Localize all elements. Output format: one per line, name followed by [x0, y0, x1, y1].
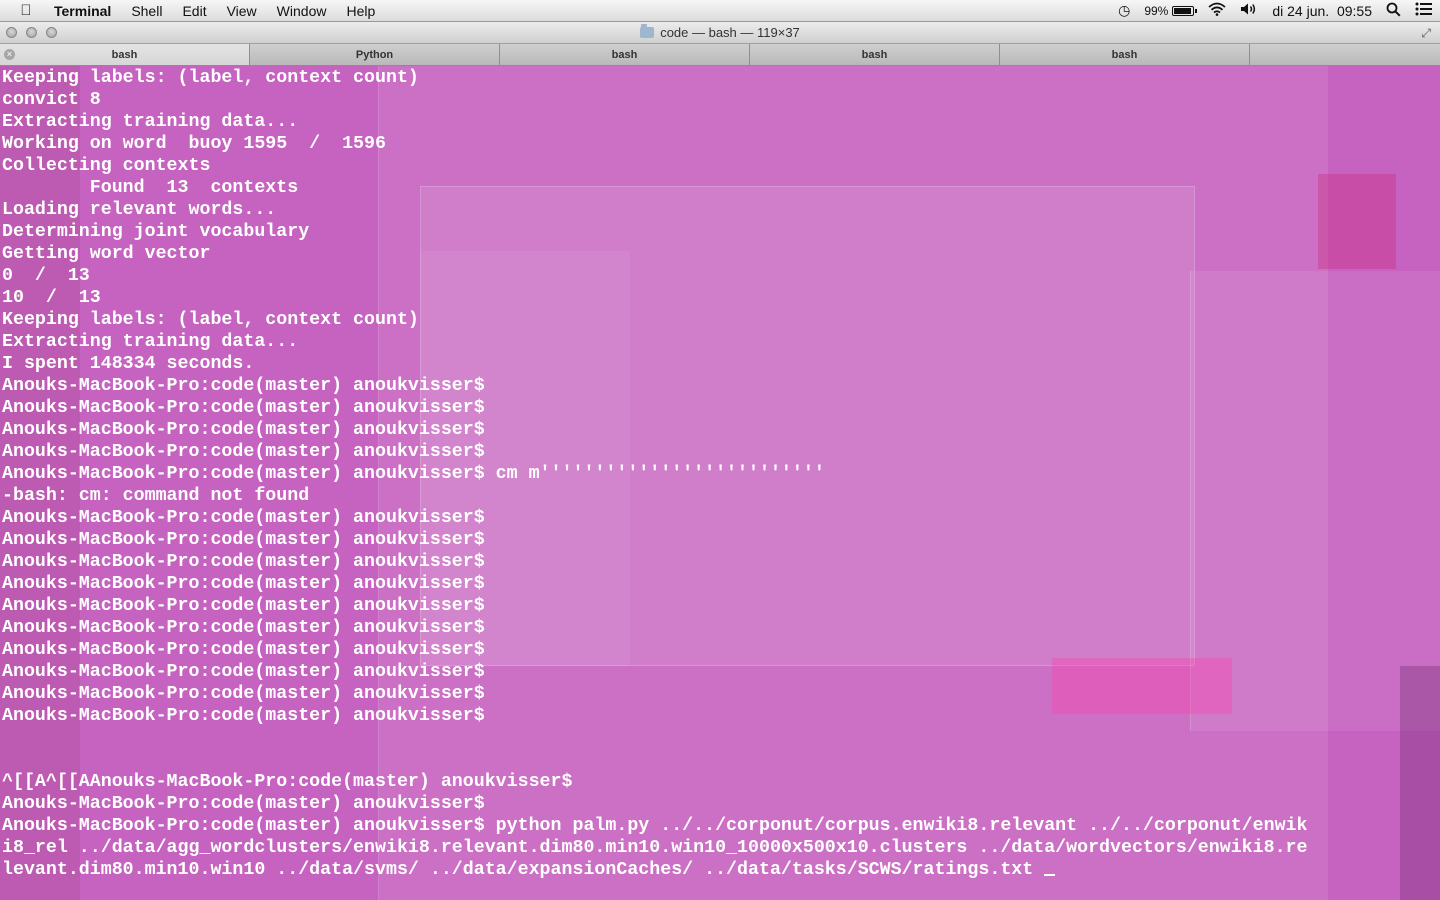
- terminal-cursor: [1044, 860, 1056, 876]
- battery-status[interactable]: 99%: [1144, 3, 1198, 18]
- menu-edit[interactable]: Edit: [172, 3, 216, 19]
- tab-label: bash: [611, 49, 638, 61]
- tab-label: bash: [1111, 49, 1138, 61]
- window-title: code — bash — 119×37: [0, 24, 1440, 40]
- terminal-line: Anouks-MacBook-Pro:code(master) anoukvis…: [2, 662, 485, 682]
- tab-bar: × bash Python bash bash bash: [0, 44, 1440, 66]
- terminal-line: Anouks-MacBook-Pro:code(master) anoukvis…: [2, 420, 485, 440]
- terminal-line: Collecting contexts: [2, 156, 211, 176]
- menu-help[interactable]: Help: [336, 3, 385, 19]
- terminal-line: Working on word buoy 1595 / 1596: [2, 134, 386, 154]
- terminal-line: Anouks-MacBook-Pro:code(master) anoukvis…: [2, 640, 485, 660]
- menu-window[interactable]: Window: [267, 3, 337, 19]
- terminal-line: Anouks-MacBook-Pro:code(master) anoukvis…: [2, 816, 1308, 836]
- terminal-line: Determining joint vocabulary: [2, 222, 310, 242]
- terminal-line: Anouks-MacBook-Pro:code(master) anoukvis…: [2, 596, 485, 616]
- apple-logo-icon[interactable]: : [0, 2, 52, 19]
- terminal-line: Anouks-MacBook-Pro:code(master) anoukvis…: [2, 442, 485, 462]
- tab-bash-1[interactable]: × bash: [0, 44, 250, 65]
- terminal-line: Keeping labels: (label, context count): [2, 68, 419, 88]
- terminal-line: Found 13 contexts: [2, 178, 299, 198]
- terminal-line: Anouks-MacBook-Pro:code(master) anoukvis…: [2, 552, 485, 572]
- battery-fill: [1174, 7, 1192, 14]
- wifi-icon[interactable]: [1208, 2, 1226, 19]
- menu-shell[interactable]: Shell: [121, 3, 172, 19]
- battery-percent: 99%: [1144, 3, 1169, 18]
- background-desktop-edge: [1400, 666, 1440, 900]
- terminal-line: Anouks-MacBook-Pro:code(master) anoukvis…: [2, 574, 485, 594]
- tab-bash-3[interactable]: bash: [750, 44, 1000, 65]
- tab-label: bash: [111, 49, 138, 61]
- menu-view[interactable]: View: [217, 3, 267, 19]
- status-menus: ◷ 99% di 24 jun. 09:55: [1111, 0, 1440, 22]
- terminal-view[interactable]: Keeping labels: (label, context count) c…: [0, 66, 1440, 900]
- terminal-line: Anouks-MacBook-Pro:code(master) anoukvis…: [2, 618, 485, 638]
- terminal-line: Loading relevant words...: [2, 200, 277, 220]
- terminal-line: Anouks-MacBook-Pro:code(master) anoukvis…: [2, 530, 485, 550]
- time-machine-icon[interactable]: ◷: [1118, 2, 1130, 19]
- window-title-text: code — bash — 119×37: [660, 25, 800, 40]
- battery-icon: [1172, 5, 1198, 16]
- notification-center-icon[interactable]: [1415, 2, 1433, 19]
- terminal-line: i8_rel ../data/agg_wordclusters/enwiki8.…: [2, 838, 1308, 858]
- terminal-line: Anouks-MacBook-Pro:code(master) anoukvis…: [2, 398, 485, 418]
- window-title-bar[interactable]: code — bash — 119×37 ⤢: [0, 22, 1440, 44]
- tab-python[interactable]: Python: [250, 44, 500, 65]
- terminal-line: Anouks-MacBook-Pro:code(master) anoukvis…: [2, 376, 485, 396]
- terminal-output: Keeping labels: (label, context count) c…: [2, 67, 1308, 881]
- clock[interactable]: di 24 jun. 09:55: [1272, 3, 1372, 19]
- terminal-line: 0 / 13: [2, 266, 90, 286]
- menu-app-terminal[interactable]: Terminal: [52, 3, 121, 19]
- close-tab-icon[interactable]: ×: [4, 49, 15, 60]
- terminal-line: ^[[A^[[AAnouks-MacBook-Pro:code(master) …: [2, 772, 573, 792]
- terminal-line: Anouks-MacBook-Pro:code(master) anoukvis…: [2, 706, 485, 726]
- terminal-line: Anouks-MacBook-Pro:code(master) anoukvis…: [2, 508, 485, 528]
- background-app-icon: [1318, 174, 1396, 269]
- terminal-line: Anouks-MacBook-Pro:code(master) anoukvis…: [2, 684, 485, 704]
- terminal-line: 10 / 13: [2, 288, 101, 308]
- terminal-line: I spent 148334 seconds.: [2, 354, 255, 374]
- terminal-line: Keeping labels: (label, context count): [2, 310, 419, 330]
- terminal-line: Getting word vector: [2, 244, 211, 264]
- terminal-line: Anouks-MacBook-Pro:code(master) anoukvis…: [2, 794, 485, 814]
- terminal-line: levant.dim80.min10.win10 ../data/svms/ .…: [2, 860, 1045, 880]
- fullscreen-icon[interactable]: ⤢: [1421, 26, 1431, 41]
- volume-icon[interactable]: [1240, 2, 1258, 19]
- spotlight-search-icon[interactable]: [1386, 2, 1401, 20]
- terminal-line: Anouks-MacBook-Pro:code(master) anoukvis…: [2, 464, 825, 484]
- terminal-line: -bash: cm: command not found: [2, 486, 310, 506]
- tab-bash-4[interactable]: bash: [1000, 44, 1250, 65]
- terminal-line: Extracting training data...: [2, 332, 299, 352]
- folder-icon: [640, 24, 655, 38]
- menu-bar:  Terminal Shell Edit View Window Help ◷…: [0, 0, 1440, 22]
- terminal-line: Extracting training data...: [2, 112, 299, 132]
- tab-bash-2[interactable]: bash: [500, 44, 750, 65]
- tab-label: bash: [861, 49, 888, 61]
- tab-label: Python: [355, 49, 394, 61]
- terminal-line: convict 8: [2, 90, 101, 110]
